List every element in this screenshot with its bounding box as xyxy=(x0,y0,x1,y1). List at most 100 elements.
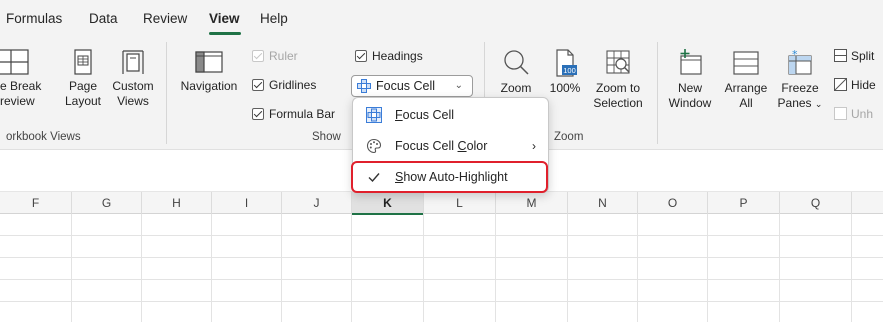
arrange-all-icon xyxy=(733,51,759,75)
unhide-label: Unh xyxy=(851,107,874,121)
active-tab-indicator xyxy=(209,32,241,35)
show-group-label: Show xyxy=(312,131,341,143)
focus-cell-dropdown-button[interactable]: Focus Cell ⌄ xyxy=(351,75,473,97)
page-break-preview-button[interactable]: e Break review xyxy=(0,48,46,109)
custom-views-icon xyxy=(122,50,144,74)
workbook-views-group-label: orkbook Views xyxy=(6,131,81,143)
split-label: Split xyxy=(851,49,875,63)
grid-line xyxy=(0,279,883,280)
grid-line xyxy=(637,214,638,322)
column-header-m[interactable]: M xyxy=(496,192,568,214)
grid-line xyxy=(707,214,708,322)
grid-line xyxy=(0,301,883,302)
chevron-right-icon: › xyxy=(532,139,536,153)
palette-icon xyxy=(366,138,382,154)
arrange-all-label1: Arrange xyxy=(724,81,768,95)
tab-help[interactable]: Help xyxy=(260,11,288,26)
zoom-to-selection-button[interactable]: Zoom to Selection xyxy=(588,48,648,111)
page-layout-label2: Layout xyxy=(64,94,102,108)
new-window-label2: Window xyxy=(668,96,712,110)
grid-line xyxy=(281,214,282,322)
freeze-panes-label1: Freeze xyxy=(781,81,819,95)
split-button[interactable]: Split xyxy=(834,48,874,64)
hide-label: Hide xyxy=(851,78,876,92)
freeze-panes-button[interactable]: * Freeze Panes ⌄ xyxy=(776,48,824,112)
callout-highlight-box xyxy=(351,161,548,193)
tab-view[interactable]: View xyxy=(209,11,240,26)
grid-line xyxy=(0,257,883,258)
hide-button[interactable]: Hide xyxy=(834,77,876,93)
navigation-button[interactable]: Navigation xyxy=(174,48,244,94)
group-separator xyxy=(657,42,658,144)
grid-line xyxy=(211,214,212,322)
grid-line xyxy=(567,214,568,322)
ruler-checkbox-box xyxy=(252,50,264,62)
column-header-l[interactable]: L xyxy=(424,192,496,214)
custom-views-label1: Custom xyxy=(112,79,154,93)
split-icon xyxy=(834,49,847,62)
column-header-q[interactable]: Q xyxy=(780,192,852,214)
ruler-label: Ruler xyxy=(269,49,298,63)
column-header-j[interactable]: J xyxy=(282,192,352,214)
zoom-label: Zoom xyxy=(500,81,532,95)
zoom-100-label: 100% xyxy=(549,81,581,95)
grid-line xyxy=(495,214,496,322)
menu-item-focus-cell[interactable]: Focus Cell xyxy=(353,100,548,130)
menu-item-focus-cell-color[interactable]: Focus Cell Color › xyxy=(353,131,548,161)
column-header-f[interactable]: F xyxy=(0,192,72,214)
hundred-icon-text: 100 xyxy=(563,66,576,75)
grid-line xyxy=(351,214,352,322)
new-window-button[interactable]: New Window xyxy=(664,48,716,111)
page-break-preview-label2: review xyxy=(0,94,35,108)
tab-review[interactable]: Review xyxy=(143,11,187,26)
grid-line xyxy=(71,214,72,322)
column-header-o[interactable]: O xyxy=(638,192,708,214)
page-100-icon: 100 xyxy=(556,49,577,77)
formula-bar-checkbox[interactable]: Formula Bar xyxy=(252,106,335,122)
arrange-all-button[interactable]: Arrange All xyxy=(720,48,772,111)
custom-views-button[interactable]: Custom Views xyxy=(108,48,158,109)
page-break-preview-icon xyxy=(0,49,29,75)
focus-cell-icon xyxy=(366,107,382,123)
formula-bar-checkbox-box xyxy=(252,108,264,120)
zoom-100-button[interactable]: 100 100% xyxy=(545,48,585,96)
page-break-preview-label1: e Break xyxy=(0,79,42,93)
snowflake-glyph: * xyxy=(792,48,798,61)
unhide-button[interactable]: Unh xyxy=(834,106,873,122)
page-layout-button[interactable]: Page Layout xyxy=(60,48,106,109)
focus-cell-button-label: Focus Cell xyxy=(376,79,436,93)
chevron-down-icon: ⌄ xyxy=(454,80,463,91)
tab-data[interactable]: Data xyxy=(89,11,118,26)
focus-cell-color-item-label: Focus Cell Color xyxy=(395,139,488,153)
column-header-i[interactable]: I xyxy=(212,192,282,214)
arrange-all-label2: All xyxy=(739,96,753,110)
focus-cell-item-label: Focus Cell xyxy=(395,108,455,122)
zoom-to-selection-label1: Zoom to xyxy=(595,81,640,95)
zoom-button[interactable]: Zoom xyxy=(494,48,538,96)
column-header-n[interactable]: N xyxy=(568,192,638,214)
headings-checkbox-box xyxy=(355,50,367,62)
grid-line xyxy=(0,235,883,236)
zoom-to-selection-label2: Selection xyxy=(593,96,643,110)
column-headers: F G H I J K L M N O P Q xyxy=(0,192,883,215)
column-header-h[interactable]: H xyxy=(142,192,212,214)
focus-cell-icon xyxy=(357,79,371,93)
tab-formulas[interactable]: Formulas xyxy=(6,11,62,26)
column-header-p[interactable]: P xyxy=(708,192,780,214)
cell-grid[interactable] xyxy=(0,214,883,322)
headings-checkbox[interactable]: Headings xyxy=(355,48,423,64)
navigation-label: Navigation xyxy=(180,79,238,93)
page-layout-label1: Page xyxy=(68,79,98,93)
gridlines-checkbox[interactable]: Gridlines xyxy=(252,77,316,93)
chevron-down-icon: ⌄ xyxy=(814,99,823,109)
new-window-icon xyxy=(680,49,702,75)
new-window-label1: New xyxy=(677,81,702,95)
ruler-checkbox[interactable]: Ruler xyxy=(252,48,298,64)
grid-line xyxy=(851,214,852,322)
gridlines-checkbox-box xyxy=(252,79,264,91)
column-header-k[interactable]: K xyxy=(352,192,424,215)
group-separator xyxy=(166,42,167,144)
custom-views-label2: Views xyxy=(117,94,149,108)
page-layout-icon xyxy=(74,49,92,75)
column-header-g[interactable]: G xyxy=(72,192,142,214)
